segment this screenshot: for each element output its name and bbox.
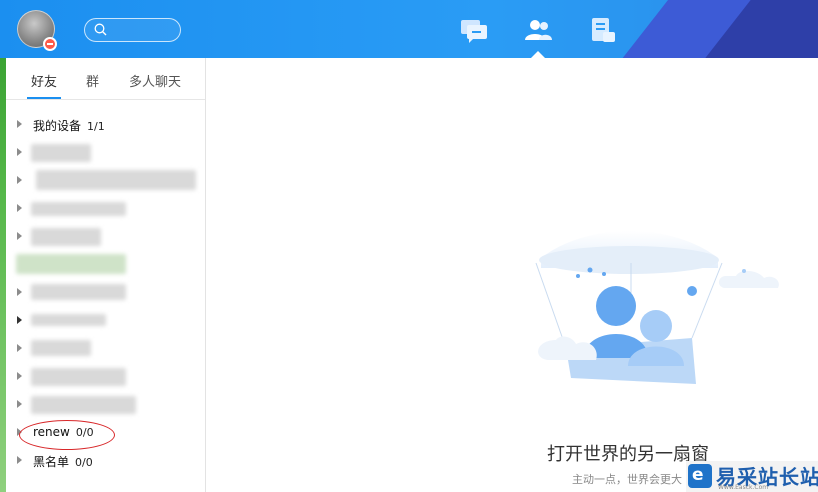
expand-arrow-icon[interactable] (17, 288, 22, 296)
redacted-text (31, 144, 91, 162)
watermark-logo-icon: e (688, 464, 712, 488)
document-icon[interactable] (588, 16, 618, 44)
group-redacted[interactable] (6, 310, 205, 334)
contacts-icon[interactable] (523, 16, 553, 44)
watermark: e 易采站长站 Www.Easck.Com (686, 461, 818, 492)
main-panel: 打开世界的另一扇窗 主动一点，世界会更大 (206, 58, 818, 492)
search-input[interactable] (84, 18, 181, 42)
tab-friends[interactable]: 好友 (31, 71, 57, 90)
redacted-text (31, 202, 126, 216)
expand-arrow-icon[interactable] (17, 232, 22, 240)
expand-arrow-icon[interactable] (17, 120, 22, 128)
expand-arrow-icon[interactable] (17, 400, 22, 408)
group-my-devices[interactable]: 我的设备 1/1 (6, 114, 205, 138)
group-redacted[interactable] (6, 338, 205, 362)
group-label: 我的设备 (33, 119, 82, 133)
watermark-url: Www.Easck.Com (718, 484, 769, 491)
group-redacted[interactable] (6, 282, 205, 306)
app-header (0, 0, 818, 58)
expand-arrow-icon[interactable] (17, 344, 22, 352)
annotation-circle (19, 420, 115, 450)
group-blacklist[interactable]: 黑名单 0/0 (6, 450, 205, 474)
expand-arrow-icon[interactable] (17, 372, 22, 380)
status-busy-icon[interactable] (43, 37, 57, 51)
chat-icon[interactable] (459, 16, 489, 44)
group-redacted[interactable] (6, 394, 205, 418)
redacted-text (16, 254, 126, 274)
expand-arrow-icon[interactable] (17, 456, 22, 464)
group-redacted[interactable] (6, 170, 205, 194)
redacted-text (31, 284, 126, 300)
redacted-text (31, 228, 101, 246)
group-redacted[interactable] (6, 226, 205, 250)
group-count: 0/0 (75, 456, 93, 469)
redacted-text (31, 396, 136, 414)
sidebar-tabs: 好友 群 多人聊天 (6, 58, 205, 100)
group-redacted[interactable] (6, 366, 205, 390)
redacted-text (31, 314, 106, 326)
tab-groups[interactable]: 群 (86, 71, 99, 90)
tab-underline (27, 97, 61, 99)
redacted-text (36, 170, 196, 190)
empty-state-title: 打开世界的另一扇窗 (547, 444, 709, 465)
group-label: 黑名单 (33, 455, 70, 469)
empty-state-illustration (535, 230, 779, 384)
redacted-text (31, 340, 91, 356)
group-redacted[interactable] (6, 254, 205, 278)
tab-multi-chat[interactable]: 多人聊天 (129, 71, 181, 90)
group-redacted[interactable] (6, 198, 205, 222)
expand-arrow-icon[interactable] (17, 204, 22, 212)
redacted-text (31, 368, 126, 386)
active-tab-indicator (531, 51, 545, 58)
group-redacted[interactable] (6, 142, 205, 166)
expand-arrow-icon[interactable] (17, 148, 22, 156)
expand-arrow-icon[interactable] (17, 176, 22, 184)
search-icon (94, 23, 107, 36)
expand-arrow-icon[interactable] (17, 316, 22, 324)
group-count: 1/1 (87, 120, 105, 133)
